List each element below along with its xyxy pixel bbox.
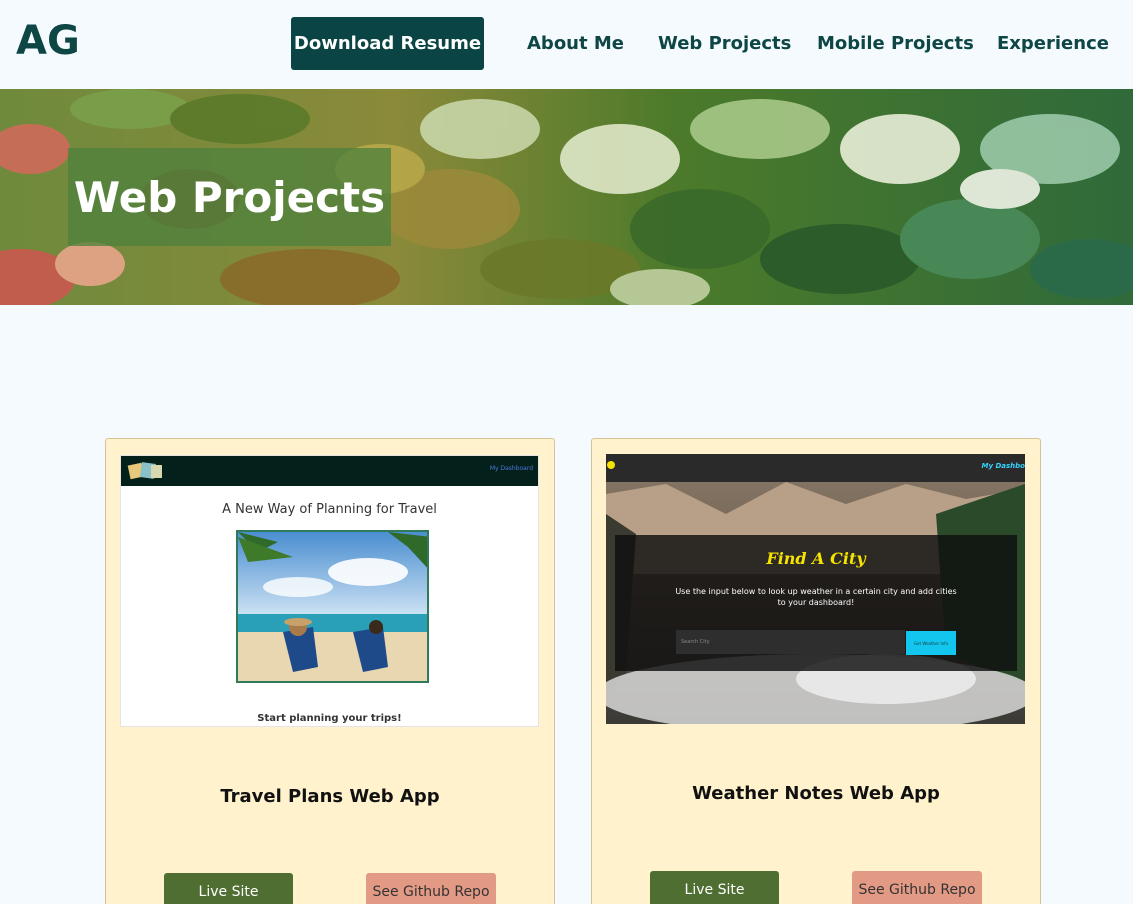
project-title: Travel Plans Web App (220, 786, 440, 807)
search-panel: Find A City Use the input below to look … (615, 535, 1017, 671)
preview-heading: A New Way of Planning for Travel (222, 502, 437, 517)
hero-title-box: Web Projects (68, 148, 391, 246)
travel-app-screenshot: My Dashboard A New Way of Planning for T… (120, 455, 539, 727)
preview-navbar: My Dashboard (121, 456, 538, 486)
download-resume-button[interactable]: Download Resume (291, 17, 484, 70)
project-title: Weather Notes Web App (692, 783, 940, 804)
logo[interactable]: AG (16, 18, 80, 64)
weather-app-screenshot: My Dashbo Find A City Use the input belo… (606, 454, 1025, 724)
navbar: AG Download Resume About Me Web Projects… (0, 0, 1133, 89)
nav-link-mobile-projects[interactable]: Mobile Projects (817, 33, 974, 54)
github-repo-button[interactable]: See Github Repo (852, 871, 982, 904)
preview-heading: Find A City (766, 549, 866, 568)
project-card-travel: My Dashboard A New Way of Planning for T… (105, 438, 555, 904)
preview-dashboard-link: My Dashboard (489, 465, 533, 472)
preview-weather-button: Get Weather Info (906, 631, 956, 655)
live-site-button[interactable]: Live Site (650, 871, 779, 904)
preview-subheading: Start planning your trips! (257, 713, 402, 724)
nav-link-experience[interactable]: Experience (997, 33, 1109, 54)
sun-icon (607, 461, 615, 469)
preview-dashboard-link: My Dashbo (981, 462, 1025, 470)
beach-photo (236, 530, 429, 683)
nav-link-about-me[interactable]: About Me (527, 33, 624, 54)
live-site-button[interactable]: Live Site (164, 873, 293, 904)
preview-search-input: Search City (676, 630, 905, 654)
github-repo-button[interactable]: See Github Repo (366, 873, 496, 904)
preview-navbar: My Dashbo (606, 454, 1025, 482)
page-title: Web Projects (73, 172, 386, 222)
nav-link-web-projects[interactable]: Web Projects (658, 33, 791, 54)
preview-description: Use the input below to look up weather i… (675, 587, 957, 607)
hero-banner: Web Projects (0, 89, 1133, 305)
project-card-weather: My Dashbo Find A City Use the input belo… (591, 438, 1041, 904)
map-logo-icon (127, 462, 162, 480)
